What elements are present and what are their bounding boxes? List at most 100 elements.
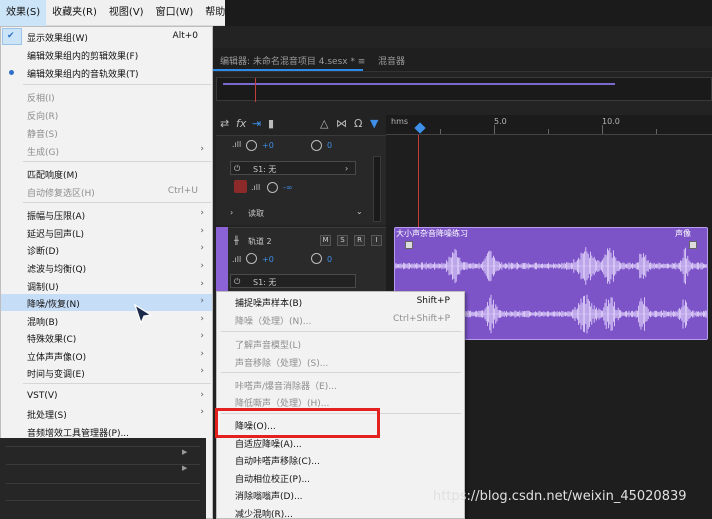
menu-item-edit-track-effects[interactable]: 编辑效果组内的音轨效果(T) — [1, 64, 212, 81]
volume-knob[interactable] — [246, 253, 257, 264]
volume-knob[interactable] — [246, 140, 257, 151]
menu-item-shortcut: Ctrl+Shift+P — [393, 314, 450, 324]
ruler-label-10: 10.0 — [602, 117, 620, 126]
background-panel: ▶ ▶ — [0, 438, 206, 519]
menu-window[interactable]: 窗口(W) — [150, 0, 200, 26]
track2-pan[interactable]: 0 — [327, 255, 332, 264]
track2-name[interactable]: 轨道 2 — [248, 236, 272, 247]
tab-editor[interactable]: 编辑器: 未命名混音项目 4.sesx * ≡ — [220, 54, 365, 67]
solo-button[interactable]: S — [337, 235, 348, 246]
clip-header: 大小声杂音降噪练习 声像 — [395, 228, 707, 239]
ruler-tick — [440, 129, 441, 134]
menu-item-label: 反相(I) — [27, 94, 55, 104]
headphone-icon[interactable]: Ω — [354, 117, 362, 130]
meter-icon[interactable]: ▮ — [268, 117, 274, 130]
menu-item-label: 生成(G) — [27, 148, 59, 158]
ruler-tick — [602, 125, 603, 134]
menu-item-filter-eq[interactable]: 滤波与均衡(Q) › — [1, 259, 212, 276]
submenu-item-auto-click-remover[interactable]: 自动咔嗒声移除(C)... — [217, 451, 464, 468]
send-knob[interactable] — [267, 182, 278, 193]
input-icon[interactable]: ⇥ — [252, 117, 261, 130]
menu-item-label: 时间与变调(E) — [27, 370, 85, 380]
active-tab-indicator — [213, 69, 363, 71]
mouse-cursor-icon — [133, 303, 153, 325]
power-icon[interactable]: ⏻ — [234, 277, 240, 287]
submenu-item-auto-phase-correction[interactable]: 自动相位校正(P)... — [217, 469, 464, 486]
ruler-label-5: 5.0 — [494, 117, 507, 126]
menu-item-batch[interactable]: 批处理(S) › — [1, 405, 212, 422]
pan-knob[interactable] — [311, 253, 322, 264]
submenu-arrow-icon: › — [200, 407, 204, 417]
submenu-item-noise-reduction-process: 降噪（处理）(N)... Ctrl+Shift+P — [217, 311, 464, 328]
submenu-arrow-icon: › — [200, 243, 204, 253]
menu-effects[interactable]: 效果(S) — [0, 0, 47, 26]
menu-item-label: 降噪（处理）(N)... — [235, 317, 312, 327]
input-monitor-button[interactable]: I — [371, 235, 382, 246]
chevron-right-icon[interactable]: › — [230, 208, 233, 217]
submenu-item-capture-noise-print[interactable]: 捕捉噪声样本(B) Shift+P — [217, 293, 464, 310]
tab-mixer[interactable]: 混音器 — [378, 54, 405, 67]
chevron-right-icon: › — [345, 164, 349, 173]
clip-title: 大小声杂音降噪练习 — [396, 229, 468, 238]
time-ruler[interactable]: hms 5.0 10.0 — [386, 115, 712, 135]
menu-item-reverb[interactable]: 混响(B) › — [1, 312, 212, 329]
ruler-unit: hms — [391, 117, 409, 126]
track1-pan[interactable]: 0 — [327, 141, 332, 150]
menu-item-noise-reduction[interactable]: 降噪/恢复(N) › — [1, 294, 212, 311]
track2-volume[interactable]: +0 — [262, 255, 274, 264]
menu-item-diagnostics[interactable]: 诊断(D) › — [1, 241, 212, 258]
marker-icon[interactable]: ▼ — [370, 117, 378, 130]
menu-item-delay-echo[interactable]: 延迟与回声(L) › — [1, 224, 212, 241]
menu-item-modulation[interactable]: 调制(U) › — [1, 277, 212, 294]
menu-item-label: 自适应降噪(A)... — [235, 440, 302, 450]
submenu-arrow-icon: › — [200, 296, 204, 306]
swap-icon[interactable]: ⇄ — [220, 117, 229, 130]
menu-item-label: 特殊效果(C) — [27, 335, 77, 345]
send-slot[interactable]: ⏻ S1: 无 › — [230, 161, 356, 175]
submenu-arrow-icon: › — [200, 314, 204, 324]
power-icon[interactable]: ⏻ — [234, 164, 240, 174]
menu-item-edit-clip-effects[interactable]: 编辑效果组内的剪辑效果(F) — [1, 46, 212, 63]
track1-volume[interactable]: +0 — [262, 141, 274, 150]
fx-icon[interactable]: fx — [236, 117, 246, 130]
chevron-down-icon[interactable]: ⌄ — [356, 207, 363, 216]
menu-item-vst[interactable]: VST(V) › — [1, 388, 212, 405]
submenu-arrow-icon: › — [200, 279, 204, 289]
menu-item-label: 减少混响(R)... — [235, 510, 293, 519]
menu-separator — [221, 372, 461, 373]
menu-item-time-pitch[interactable]: 时间与变调(E) › — [1, 364, 212, 381]
editor-tab-bar: 编辑器: 未命名混音项目 4.sesx * ≡ 混音器 — [213, 48, 712, 72]
waveform-icon: ╫ — [234, 236, 239, 245]
send-slot[interactable]: ⏻ S1: 无 — [230, 274, 356, 288]
menu-item-label: 编辑效果组内的剪辑效果(F) — [27, 52, 139, 62]
menu-item-match-loudness[interactable]: 匹配响度(M) — [1, 165, 212, 182]
menu-view[interactable]: 视图(V) — [103, 0, 150, 26]
menu-item-show-effects-rack[interactable]: ✔ 显示效果组(W) Alt+0 — [1, 28, 212, 45]
divider — [6, 446, 200, 447]
track-1-header: .ıll +0 0 ⏻ S1: 无 › .ıll -∞ › 读取 ⌄ — [216, 135, 386, 225]
menu-item-label: 自动咔嗒声移除(C)... — [235, 457, 320, 467]
pan-knob[interactable] — [311, 140, 322, 151]
metronome-icon[interactable]: △ — [320, 117, 328, 130]
record-button[interactable]: R — [354, 235, 365, 246]
snap-icon[interactable]: ⋈ — [336, 117, 347, 130]
menu-item-stereo-imagery[interactable]: 立体声声像(O) › — [1, 347, 212, 364]
menu-item-label: 降噪/恢复(N) — [27, 300, 80, 310]
annotation-highlight-box — [215, 408, 380, 438]
track1-send-pan[interactable]: -∞ — [283, 183, 293, 192]
menu-item-amplitude[interactable]: 振幅与压限(A) › — [1, 206, 212, 223]
mute-button[interactable]: M — [320, 235, 331, 246]
menu-item-reverse: 反向(R) — [1, 106, 212, 123]
submenu-item-dehummer[interactable]: 消除嗡嗡声(D)... — [217, 486, 464, 503]
submenu-item-dereverb[interactable]: 减少混响(R)... — [217, 504, 464, 519]
overview-bar[interactable] — [216, 77, 712, 102]
send-prefader-button[interactable] — [234, 180, 247, 193]
track-color-strip — [216, 227, 228, 297]
track1-read-mode[interactable]: 读取 — [248, 208, 264, 219]
menu-item-label: 立体声声像(O) — [27, 353, 87, 363]
submenu-arrow-icon: › — [200, 261, 204, 271]
overview-playhead — [255, 78, 256, 102]
menu-favorites[interactable]: 收藏夹(R) — [46, 0, 103, 26]
menu-item-special[interactable]: 特殊效果(C) › — [1, 329, 212, 346]
playhead-handle[interactable] — [414, 122, 426, 134]
